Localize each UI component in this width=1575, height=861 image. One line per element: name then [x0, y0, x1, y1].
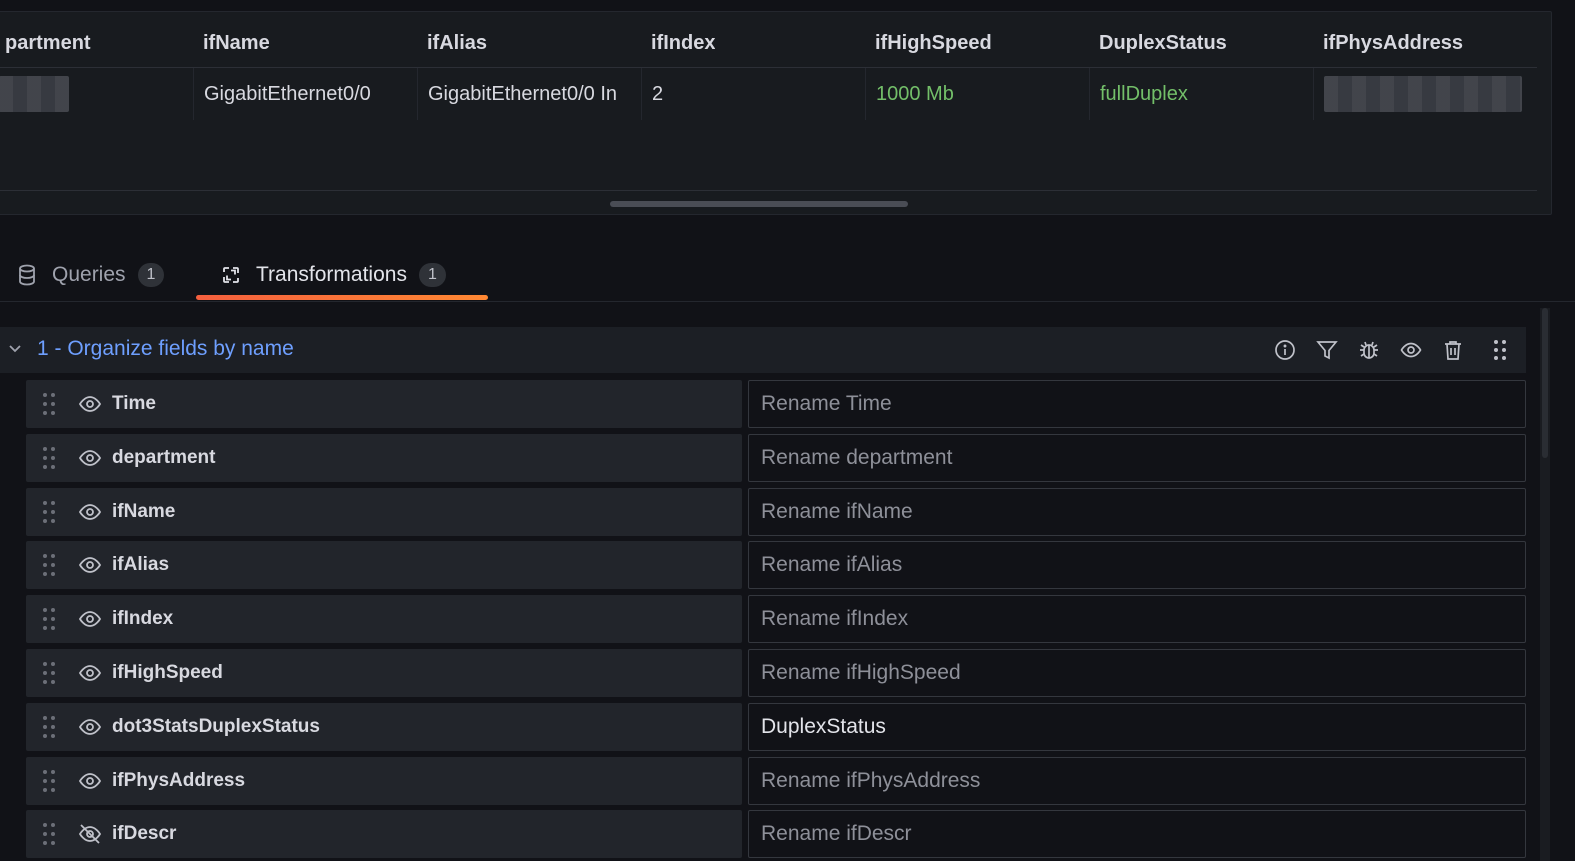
info-icon[interactable]: [1264, 335, 1306, 365]
field-name-box: ifAlias: [26, 541, 742, 590]
field-row: ifIndex: [26, 595, 1526, 644]
chevron-down-icon[interactable]: [6, 339, 24, 357]
field-row: ifPhysAddress: [26, 756, 1526, 805]
tabs-divider: [0, 301, 1575, 302]
rename-field-input[interactable]: [748, 756, 1526, 805]
tab-transformations-count: 1: [418, 263, 446, 287]
scrollbar-thumb[interactable]: [1542, 308, 1548, 458]
vertical-scrollbar[interactable]: [1540, 308, 1550, 861]
transformation-actions: [1264, 335, 1526, 365]
active-tab-indicator: [196, 295, 488, 300]
rename-field-input[interactable]: [748, 541, 1526, 590]
field-row: ifDescr: [26, 810, 1526, 859]
cell-ifname: GigabitEthernet0/0: [193, 68, 417, 120]
rename-field-input[interactable]: [748, 487, 1526, 536]
column-header-ifhighspeed[interactable]: ifHighSpeed: [875, 32, 992, 55]
cell-department: [0, 68, 193, 120]
eye-icon[interactable]: [78, 500, 102, 524]
table-footer-divider: [0, 190, 1537, 191]
eye-icon[interactable]: [78, 769, 102, 793]
cell-duplexstatus: fullDuplex: [1089, 68, 1313, 120]
drag-handle-icon[interactable]: [42, 446, 56, 470]
transform-icon: [220, 264, 242, 286]
field-name-box: ifDescr: [26, 810, 742, 859]
database-icon: [16, 264, 38, 286]
eye-icon[interactable]: [78, 392, 102, 416]
drag-handle-icon[interactable]: [42, 500, 56, 524]
field-row: ifName: [26, 487, 1526, 536]
column-header-department[interactable]: partment: [5, 32, 91, 55]
field-name: ifDescr: [112, 823, 177, 845]
rename-field-input[interactable]: [748, 595, 1526, 644]
tab-transformations-label: Transformations: [256, 263, 407, 286]
field-row: ifHighSpeed: [26, 649, 1526, 697]
redacted-value: [1324, 76, 1522, 112]
field-name: department: [112, 446, 216, 468]
field-name: ifName: [112, 500, 176, 522]
drag-handle-icon[interactable]: [42, 715, 56, 739]
field-name: dot3StatsDuplexStatus: [112, 715, 320, 737]
field-name-box: department: [26, 433, 742, 482]
field-row: ifAlias: [26, 541, 1526, 590]
field-name-box: Time: [26, 380, 742, 428]
field-row: dot3StatsDuplexStatus: [26, 702, 1526, 751]
rename-field-input[interactable]: [748, 702, 1526, 751]
cell-ifindex: 2: [641, 68, 865, 120]
field-row: Time: [26, 380, 1526, 428]
tab-queries[interactable]: Queries 1: [16, 250, 165, 300]
table-panel: partment ifName ifAlias ifIndex ifHighSp…: [0, 11, 1552, 215]
transformation-header[interactable]: 1 - Organize fields by name: [0, 327, 1526, 373]
eye-icon[interactable]: [78, 607, 102, 631]
cell-ifhighspeed: 1000 Mb: [865, 68, 1089, 120]
drag-handle-icon[interactable]: [1474, 335, 1526, 365]
tab-transformations[interactable]: Transformations 1: [220, 250, 446, 300]
column-header-ifphysaddress[interactable]: ifPhysAddress: [1323, 32, 1463, 55]
field-name-box: ifPhysAddress: [26, 756, 742, 805]
tab-queries-count: 1: [137, 263, 165, 287]
eye-icon[interactable]: [78, 446, 102, 470]
redacted-value: [0, 76, 69, 112]
field-name: ifPhysAddress: [112, 769, 246, 791]
horizontal-scrollbar[interactable]: [610, 201, 908, 207]
eye-icon[interactable]: [78, 661, 102, 685]
debug-icon[interactable]: [1348, 335, 1390, 365]
drag-handle-icon[interactable]: [42, 607, 56, 631]
tab-queries-label: Queries: [52, 263, 126, 286]
cell-ifalias: GigabitEthernet0/0 In: [417, 68, 641, 120]
field-name-box: ifName: [26, 487, 742, 536]
field-name: ifIndex: [112, 608, 174, 630]
transformation-title[interactable]: 1 - Organize fields by name: [37, 337, 294, 361]
field-name-box: ifIndex: [26, 595, 742, 644]
field-name: ifAlias: [112, 554, 170, 576]
column-header-ifindex[interactable]: ifIndex: [651, 32, 715, 55]
field-name: ifHighSpeed: [112, 662, 223, 683]
field-row: department: [26, 433, 1526, 482]
column-header-duplexstatus[interactable]: DuplexStatus: [1099, 32, 1227, 55]
eye-off-icon[interactable]: [78, 822, 102, 846]
field-name-box: dot3StatsDuplexStatus: [26, 702, 742, 751]
rename-field-input[interactable]: [748, 810, 1526, 859]
cell-ifphysaddress: [1313, 68, 1537, 120]
rename-field-input[interactable]: [748, 649, 1526, 697]
rename-field-input[interactable]: [748, 380, 1526, 428]
eye-icon[interactable]: [78, 715, 102, 739]
filter-icon[interactable]: [1306, 335, 1348, 365]
drag-handle-icon[interactable]: [42, 822, 56, 846]
drag-handle-icon[interactable]: [42, 661, 56, 685]
trash-icon[interactable]: [1432, 335, 1474, 365]
drag-handle-icon[interactable]: [42, 392, 56, 416]
drag-handle-icon[interactable]: [42, 553, 56, 577]
column-header-ifalias[interactable]: ifAlias: [427, 32, 487, 55]
field-name-box: ifHighSpeed: [26, 649, 742, 697]
column-header-ifname[interactable]: ifName: [203, 32, 270, 55]
field-name: Time: [112, 393, 157, 414]
rename-field-input[interactable]: [748, 433, 1526, 482]
eye-icon[interactable]: [78, 553, 102, 577]
drag-handle-icon[interactable]: [42, 769, 56, 793]
eye-icon[interactable]: [1390, 335, 1432, 365]
